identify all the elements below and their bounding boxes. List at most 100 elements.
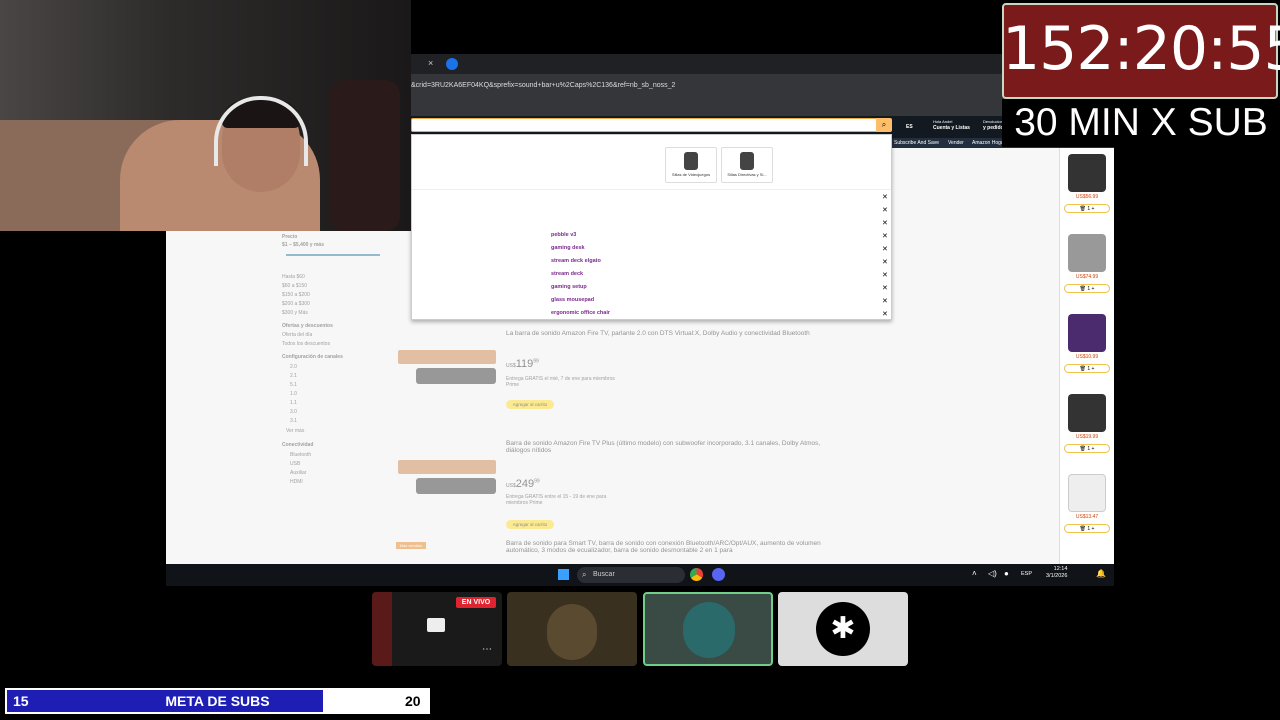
suggestion-item[interactable]: pebble v3 — [551, 232, 576, 238]
mic-icon[interactable]: ● — [1004, 569, 1009, 578]
soundbar-image[interactable] — [396, 454, 496, 504]
new-tab-icon[interactable] — [446, 58, 458, 70]
scene-thumbnail-avatar[interactable] — [643, 592, 773, 666]
remove-suggestion-icon[interactable]: ✕ — [882, 206, 888, 214]
account-greeting: Hola Andel — [933, 119, 953, 124]
product-title[interactable]: La barra de sonido Amazon Fire TV, parla… — [506, 330, 826, 337]
deals-option[interactable]: Oferta del día — [282, 332, 312, 338]
cat-avatar — [547, 604, 597, 660]
suggestion-item[interactable]: ergonomic office chair — [551, 310, 610, 316]
add-to-cart-button[interactable]: Agregar al carrito — [506, 400, 554, 409]
category-card[interactable]: Sillas de Videojuegos — [665, 147, 717, 183]
suggestion-item[interactable]: gaming setup — [551, 284, 587, 290]
discord-icon[interactable] — [712, 568, 725, 581]
connectivity-option[interactable]: USB — [290, 461, 300, 467]
connectivity-option[interactable]: Bluetooth — [290, 452, 311, 458]
channel-option[interactable]: 3.0 — [290, 409, 297, 415]
price-option[interactable]: $300 y Más — [282, 310, 308, 316]
product-thumbnail[interactable] — [1068, 234, 1106, 272]
clock-time: 12:14 — [1053, 566, 1068, 572]
product-card[interactable]: La barra de sonido Amazon Fire TV, parla… — [396, 330, 956, 430]
quantity-stepper[interactable]: 🗑 1 + — [1064, 444, 1110, 453]
price-option[interactable]: Hasta $60 — [282, 274, 305, 280]
taskbar-clock[interactable]: 12:14 3/1/2026 — [1046, 566, 1067, 580]
channel-option[interactable]: 1.1 — [290, 400, 297, 406]
cart-item[interactable]: US$13.47 🗑 1 + — [1064, 474, 1110, 533]
price-option[interactable]: $150 a $200 — [282, 292, 310, 298]
product-delivery: Entrega GRATIS entre el 15 - 19 de ene p… — [506, 494, 607, 506]
nav-subscribe[interactable]: Subscribe And Save — [894, 140, 939, 146]
scene-thumbnail-cat[interactable] — [507, 592, 637, 666]
see-more-link[interactable]: Ver más — [286, 428, 304, 434]
cart-item[interactable]: US$74.99 🗑 1 + — [1064, 234, 1110, 293]
scene-thumbnail-spider[interactable]: ✱ — [778, 592, 908, 666]
input-language[interactable]: ESP — [1021, 571, 1032, 577]
connectivity-option[interactable]: HDMI — [290, 479, 303, 485]
language-selector[interactable]: ES — [906, 124, 913, 130]
remove-suggestion-icon[interactable]: ✕ — [882, 271, 888, 279]
product-card[interactable]: Barra de sonido Amazon Fire TV Plus (últ… — [396, 440, 956, 540]
price-slider[interactable] — [286, 254, 380, 256]
suggestion-item[interactable]: gaming desk — [551, 245, 585, 251]
remove-suggestion-icon[interactable]: ✕ — [882, 297, 888, 305]
amazon-search-input[interactable] — [411, 118, 881, 132]
channel-option[interactable]: 1.0 — [290, 391, 297, 397]
price-option[interactable]: $200 a $300 — [282, 301, 310, 307]
remove-suggestion-icon[interactable]: ✕ — [882, 245, 888, 253]
channel-option[interactable]: 5.1 — [290, 382, 297, 388]
windows-start-icon[interactable] — [558, 569, 569, 580]
channel-option[interactable]: 2.0 — [290, 364, 297, 370]
suggestion-item[interactable]: stream deck — [551, 271, 583, 277]
filters-sidebar: Precio $1 – $5,400 y más Hasta $60 $60 a… — [282, 234, 382, 564]
product-card[interactable]: Más vendido Barra de sonido para Smart T… — [396, 540, 956, 564]
connectivity-option[interactable]: Auxiliar — [290, 470, 306, 476]
add-to-cart-button[interactable]: Agregar al carrito — [506, 520, 554, 529]
channel-option[interactable]: 2.1 — [290, 373, 297, 379]
product-thumbnail[interactable] — [1068, 394, 1106, 432]
product-price: US$11999 — [506, 358, 539, 370]
remove-suggestion-icon[interactable]: ✕ — [882, 193, 888, 201]
more-icon[interactable]: ⋯ — [482, 644, 492, 655]
suggestion-item[interactable]: glass mousepad — [551, 297, 594, 303]
product-title[interactable]: Barra de sonido Amazon Fire TV Plus (últ… — [506, 440, 826, 454]
speaker-icon[interactable]: ◁) — [988, 569, 997, 578]
remove-suggestion-icon[interactable]: ✕ — [882, 258, 888, 266]
notification-bell-icon[interactable]: 🔔 — [1096, 569, 1106, 578]
product-thumbnail[interactable] — [1068, 314, 1106, 352]
quantity-stepper[interactable]: 🗑 1 + — [1064, 364, 1110, 373]
remove-suggestion-icon[interactable]: ✕ — [882, 284, 888, 292]
product-title[interactable]: Barra de sonido para Smart TV, barra de … — [506, 540, 826, 554]
category-card[interactable]: Sillas Directivas y Si... — [721, 147, 773, 183]
channel-option[interactable]: 3.1 — [290, 418, 297, 424]
address-url[interactable]: &crid=3RU2KA6EF04KQ&sprefix=sound+bar+u%… — [411, 82, 675, 89]
quantity-stepper[interactable]: 🗑 1 + — [1064, 524, 1110, 533]
deals-option[interactable]: Todos los descuentos — [282, 341, 330, 347]
sub-goal-target: 20 — [405, 693, 421, 709]
quantity-stepper[interactable]: 🗑 1 + — [1064, 204, 1110, 213]
remove-suggestion-icon[interactable]: ✕ — [882, 310, 888, 318]
taskbar-search[interactable]: ⌕ Buscar — [577, 567, 685, 583]
clock-date: 3/1/2026 — [1046, 573, 1068, 579]
price-option[interactable]: $60 a $150 — [282, 283, 307, 289]
cart-sidebar: US$56.99 🗑 1 + US$74.99 🗑 1 + US$10.99 🗑 1 … — [1059, 148, 1114, 564]
tab-close-icon[interactable]: × — [428, 58, 433, 68]
tray-chevron-icon[interactable]: ˄ — [972, 569, 977, 578]
filter-channels-title: Configuración de canales — [282, 354, 343, 360]
soundbar-image[interactable] — [396, 344, 496, 394]
cart-item-price: US$74.99 — [1075, 274, 1099, 280]
nav-sell[interactable]: Vender — [948, 140, 964, 146]
product-thumbnail[interactable] — [1068, 154, 1106, 192]
account-lists-link[interactable]: Cuenta y Listas — [933, 125, 970, 131]
cart-item[interactable]: US$19.99 🗑 1 + — [1064, 394, 1110, 453]
suggestion-item[interactable]: stream deck elgato — [551, 258, 601, 264]
remove-suggestion-icon[interactable]: ✕ — [882, 219, 888, 227]
product-thumbnail[interactable] — [1068, 474, 1106, 512]
search-icon[interactable]: ⌕ — [876, 118, 892, 132]
cart-item[interactable]: US$56.99 🗑 1 + — [1064, 154, 1110, 213]
sub-goal-bar: 15 META DE SUBS 20 — [5, 688, 430, 714]
nav-home[interactable]: Amazon Hogar — [972, 140, 1005, 146]
chrome-icon[interactable] — [690, 568, 703, 581]
cart-item[interactable]: US$10.99 🗑 1 + — [1064, 314, 1110, 373]
remove-suggestion-icon[interactable]: ✕ — [882, 232, 888, 240]
quantity-stepper[interactable]: 🗑 1 + — [1064, 284, 1110, 293]
